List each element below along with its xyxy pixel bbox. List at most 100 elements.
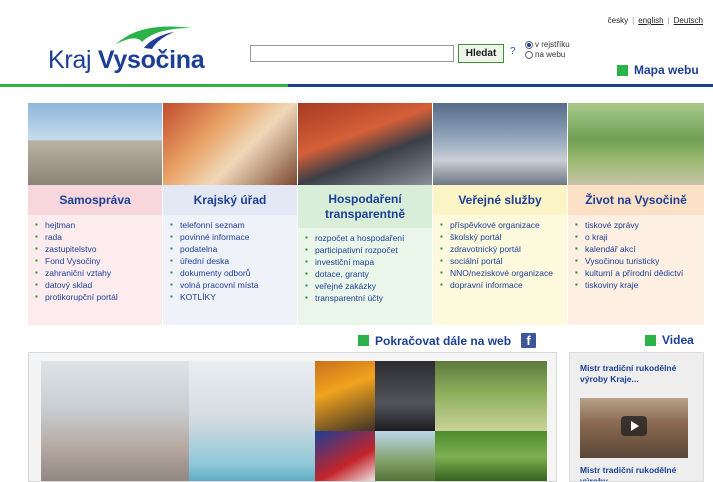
video-title[interactable]: Mistr tradiční rukodělné výroby Kraje... [580,363,698,385]
category-title[interactable]: Samospráva [28,185,162,215]
category-title[interactable]: Veřejné služby [433,185,567,215]
bullet-icon: ▪ [305,281,308,290]
category-title[interactable]: Hospodaření transparentně [298,185,432,228]
category-link[interactable]: ▪ podatelna [170,243,292,255]
category-link[interactable]: ▪ NNO/neziskové organizace [440,267,562,279]
bullet-icon: ▪ [35,256,38,265]
category-photo[interactable] [163,103,297,185]
lang-link-cesky[interactable]: česky [608,16,628,25]
category-hospodareni: Hospodaření transparentně ▪ rozpočet a ho… [298,103,433,325]
category-link[interactable]: ▪ sociální portál [440,255,562,267]
category-link[interactable]: ▪ rozpočet a hospodaření [305,232,427,244]
search-scope-web[interactable]: na webu [525,50,570,60]
category-link[interactable]: ▪ protikorupční portál [35,291,157,303]
banner-photo-machine [315,361,375,431]
radio-selected-icon [525,41,533,49]
search-input[interactable] [250,45,454,62]
search-scope-radios: v rejstříku na webu [525,40,570,60]
bullet-icon: ▪ [575,244,578,253]
bullet-icon: ▪ [35,232,38,241]
bullet-icon: ▪ [170,232,173,241]
category-link[interactable]: ▪ rada [35,231,157,243]
lang-separator: | [632,16,635,25]
category-title[interactable]: Krajský úřad [163,185,297,215]
category-link[interactable]: ▪ volná pracovní místa [170,279,292,291]
category-links: ▪ telefonní seznam ▪ povinné informace ▪ po… [163,215,297,325]
bullet-icon: ▪ [440,268,443,277]
search-scope-registry[interactable]: v rejstříku [525,40,570,50]
category-link[interactable]: ▪ školský portál [440,231,562,243]
video-title[interactable]: Mistr tradiční rukodělné výroby [580,465,698,481]
category-photo[interactable] [298,103,432,185]
category-link[interactable]: ▪ příspěvkové organizace [440,219,562,231]
category-link[interactable]: ▪ datový sklad [35,279,157,291]
bullet-icon: ▪ [575,256,578,265]
sitemap-label: Mapa webu [634,63,699,77]
category-link[interactable]: ▪ dopravní informace [440,279,562,291]
site-logo[interactable]: Kraj Vysočina [48,22,218,74]
category-link[interactable]: ▪ povinné informace [170,231,292,243]
category-link[interactable]: ▪ transparentní účty [305,292,427,304]
radio-icon [525,51,533,59]
category-link[interactable]: ▪ investiční mapa [305,256,427,268]
continue-to-web-link[interactable]: Pokračovat dále na web f [358,333,537,348]
category-samosprava: Samospráva ▪ hejtman ▪ rada ▪ zastupitelstv… [28,103,163,325]
logo-text-vysocina: Vysočina [97,46,205,74]
category-link[interactable]: ▪ tiskové zprávy [575,219,699,231]
videos-panel: Mistr tradiční rukodělné výroby Kraje...… [569,352,704,482]
bullet-icon: ▪ [575,268,578,277]
category-photo[interactable] [568,103,704,185]
bullet-icon: ▪ [170,244,173,253]
banner-photo-speaker [375,361,435,431]
banner-photo-corridor [189,361,315,481]
category-title[interactable]: Život na Vysočině [568,185,704,215]
category-link[interactable]: ▪ zahraniční vztahy [35,267,157,279]
category-verejne-sluzby: Veřejné služby ▪ příspěvkové organizace ▪… [433,103,568,325]
category-link[interactable]: ▪ kalendář akcí [575,243,699,255]
category-photo[interactable] [433,103,567,185]
category-links: ▪ příspěvkové organizace ▪ školský portál … [433,215,567,325]
play-icon[interactable] [621,416,647,436]
category-link[interactable]: ▪ úřední deska [170,255,292,267]
category-link[interactable]: ▪ zdravotnický portál [440,243,562,255]
category-link[interactable]: ▪ tiskoviny kraje [575,279,699,291]
search-button[interactable]: Hledat [458,44,504,63]
continue-label: Pokračovat dále na web [375,333,512,348]
category-link[interactable]: ▪ KOTLÍKY [170,291,292,303]
sitemap-link[interactable]: Mapa webu [617,63,699,77]
facebook-icon[interactable]: f [521,333,537,348]
bullet-icon: ▪ [170,292,173,301]
header-divider-navy [288,84,713,87]
category-link[interactable]: ▪ o kraji [575,231,699,243]
search-help-link[interactable]: ? [510,46,516,57]
language-switcher: česky | english | Deutsch [608,16,703,25]
category-photo[interactable] [28,103,162,185]
bullet-icon: ▪ [440,256,443,265]
videos-heading-label: Videa [662,333,694,347]
video-thumbnail[interactable] [580,398,688,458]
bullet-icon: ▪ [305,233,308,242]
category-link[interactable]: ▪ hejtman [35,219,157,231]
category-link[interactable]: ▪ telefonní seznam [170,219,292,231]
videos-heading[interactable]: Videa [645,333,694,347]
category-link[interactable]: ▪ zastupitelstvo [35,243,157,255]
lang-link-english[interactable]: english [638,16,663,25]
bullet-icon: ▪ [170,256,173,265]
featured-banner[interactable] [28,352,557,482]
category-link[interactable]: ▪ Fond Vysočiny [35,255,157,267]
category-link[interactable]: ▪ participativní rozpočet [305,244,427,256]
category-link[interactable]: ▪ Vysočinou turisticky [575,255,699,267]
bullet-icon: ▪ [35,268,38,277]
banner-photo-sport [315,431,375,481]
category-krajsky-urad: Krajský úřad ▪ telefonní seznam ▪ povinné … [163,103,298,325]
category-link[interactable]: ▪ veřejné zakázky [305,280,427,292]
lang-link-deutsch[interactable]: Deutsch [674,16,703,25]
lang-separator: | [667,16,670,25]
category-link[interactable]: ▪ kulturní a přírodní dědictví [575,267,699,279]
bullet-icon: ▪ [440,280,443,289]
category-link[interactable]: ▪ dokumenty odborů [170,267,292,279]
bullet-icon: ▪ [35,280,38,289]
bullet-icon: ▪ [305,245,308,254]
green-square-icon [617,64,628,76]
category-link[interactable]: ▪ dotace, granty [305,268,427,280]
